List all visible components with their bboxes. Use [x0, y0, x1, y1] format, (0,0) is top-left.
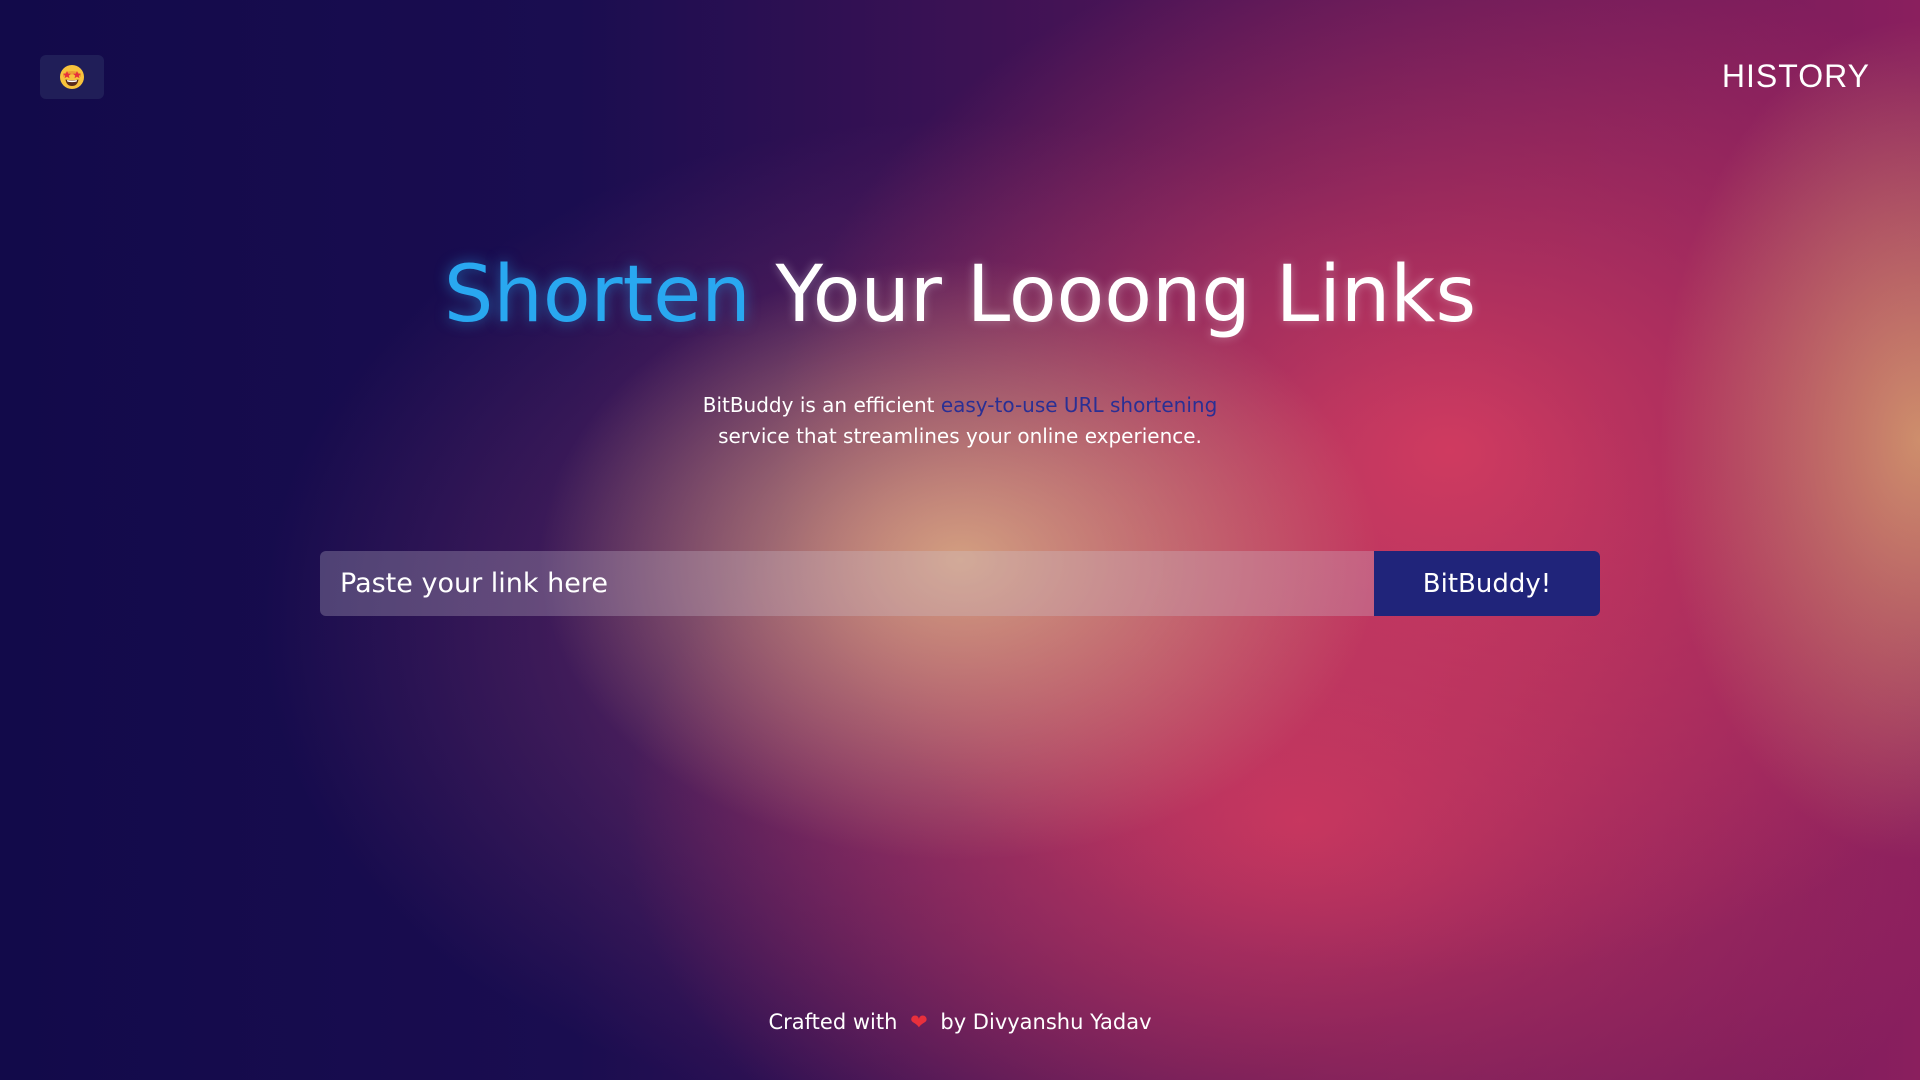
link-input[interactable] [320, 551, 1374, 616]
subtitle-text-start: BitBuddy is an efficient [702, 393, 941, 417]
hero-title-rest: Your Looong Links [775, 250, 1477, 340]
shorten-button[interactable]: BitBuddy! [1374, 551, 1600, 616]
subtitle-highlight: easy-to-use URL shortening [940, 393, 1218, 417]
footer-prefix: Crafted with [768, 1010, 898, 1034]
star-struck-emoji-icon [60, 65, 84, 89]
heart-icon: ❤ [910, 1010, 928, 1034]
hero-subtitle: BitBuddy is an efficient easy-to-use URL… [0, 390, 1920, 452]
shorten-form: BitBuddy! [320, 551, 1600, 616]
logo-button[interactable] [40, 55, 104, 99]
hero-title: Shorten Your Looong Links [0, 250, 1920, 340]
footer: Crafted with ❤ by Divyanshu Yadav [0, 1010, 1920, 1034]
footer-author: by Divyanshu Yadav [940, 1010, 1152, 1034]
history-link[interactable]: HISTORY [1722, 58, 1870, 95]
subtitle-text-end: service that streamlines your online exp… [718, 424, 1202, 448]
hero-title-accent: Shorten [443, 250, 751, 340]
